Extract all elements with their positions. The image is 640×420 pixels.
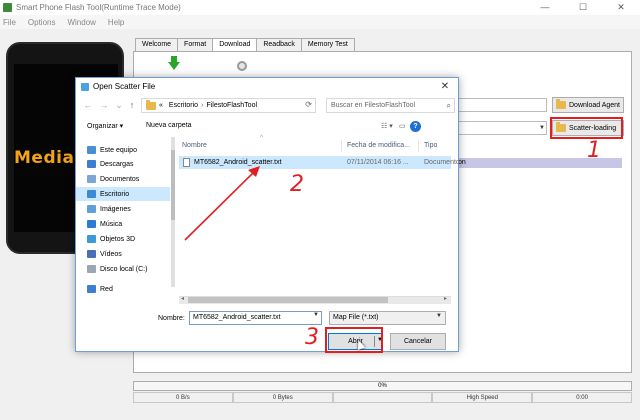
annotation-arrow <box>184 166 260 241</box>
step-3-label: 3 <box>305 325 319 350</box>
highlight-open-button <box>325 327 383 353</box>
arrow-line <box>184 169 257 241</box>
step-2-label: 2 <box>290 172 304 197</box>
